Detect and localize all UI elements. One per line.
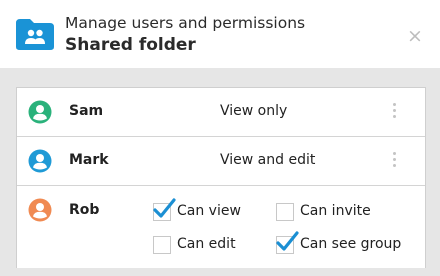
checkbox-label: Can view (177, 203, 241, 219)
user-name: Rob (69, 202, 100, 218)
checkbox-label: Can invite (300, 203, 371, 219)
user-list: Sam View only Mark View and edit Rob Can… (16, 87, 426, 268)
close-icon[interactable]: × (405, 26, 425, 46)
user-avatar-icon (28, 198, 52, 222)
checkmark-icon (276, 231, 299, 251)
permission-label[interactable]: View and edit (220, 152, 315, 168)
user-name: Sam (69, 103, 104, 119)
more-vertical-icon[interactable] (390, 152, 398, 170)
dialog-header: Manage users and permissions Shared fold… (0, 0, 440, 68)
checkmark-icon (153, 198, 176, 218)
shared-folder-icon (16, 19, 54, 50)
user-row-sam[interactable]: Sam View only (17, 88, 425, 137)
user-row-mark[interactable]: Mark View and edit (17, 137, 425, 186)
user-row-rob: Rob Can view Can invite Can edit Can see… (17, 186, 425, 276)
checkbox-label: Can see group (300, 236, 402, 252)
dialog-subtitle: Manage users and permissions (65, 14, 306, 32)
user-name: Mark (69, 152, 109, 168)
checkbox-box[interactable] (276, 203, 294, 221)
permission-label[interactable]: View only (220, 103, 287, 119)
user-avatar-icon (28, 100, 52, 124)
checkbox-label: Can edit (177, 236, 236, 252)
checkbox-box[interactable] (153, 236, 171, 254)
user-avatar-icon (28, 149, 52, 173)
dialog-title: Shared folder (65, 35, 196, 55)
more-vertical-icon[interactable] (390, 103, 398, 121)
